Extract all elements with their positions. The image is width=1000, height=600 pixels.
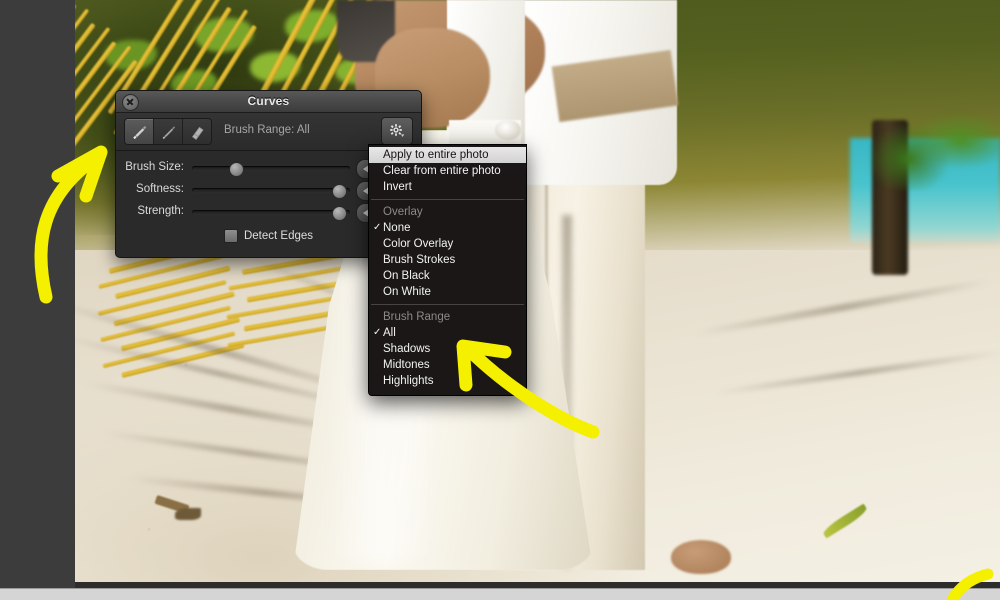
bare-foot bbox=[671, 540, 731, 574]
brush-size-label: Brush Size: bbox=[125, 161, 184, 173]
menu-item-apply-to-entire-photo[interactable]: Apply to entire photo bbox=[369, 147, 526, 163]
menu-item-label: Apply to entire photo bbox=[383, 149, 489, 161]
menu-item-label: Clear from entire photo bbox=[383, 165, 501, 177]
menu-item-midtones[interactable]: Midtones bbox=[369, 357, 526, 373]
menu-item-brush-strokes[interactable]: Brush Strokes bbox=[369, 252, 526, 268]
menu-item-label: On Black bbox=[383, 270, 430, 282]
menu-item-label: Invert bbox=[383, 181, 412, 193]
couple-subject bbox=[75, 0, 1000, 588]
softness-knob[interactable] bbox=[332, 184, 347, 199]
menu-item-highlights[interactable]: Highlights bbox=[369, 373, 526, 389]
menu-header-overlay: Overlay bbox=[383, 206, 423, 218]
fine-brush-icon bbox=[162, 125, 176, 139]
menu-item-label: On White bbox=[383, 286, 431, 298]
menu-item-on-black[interactable]: On Black bbox=[369, 268, 526, 284]
panel-titlebar[interactable]: Curves bbox=[116, 91, 421, 113]
softness-label: Softness: bbox=[136, 183, 184, 195]
detail-brush-tool[interactable] bbox=[154, 119, 183, 144]
left-gutter bbox=[0, 0, 75, 588]
strength-label: Strength: bbox=[137, 205, 184, 217]
strength-slider[interactable] bbox=[192, 206, 350, 221]
detect-edges-checkbox[interactable] bbox=[223, 229, 238, 243]
menu-separator bbox=[371, 199, 524, 200]
brush-size-knob[interactable] bbox=[229, 162, 244, 177]
menu-item-on-white[interactable]: On White bbox=[369, 284, 526, 300]
gear-dropdown-menu[interactable]: Apply to entire photo Clear from entire … bbox=[368, 144, 527, 396]
menu-separator bbox=[371, 304, 524, 305]
menu-item-invert[interactable]: Invert bbox=[369, 179, 526, 195]
app-window: Curves Brush Range: All Brush Size: Soft… bbox=[0, 0, 1000, 600]
menu-item-clear-from-entire-photo[interactable]: Clear from entire photo bbox=[369, 163, 526, 179]
detect-edges-label: Detect Edges bbox=[243, 230, 314, 242]
wedding-ring bbox=[495, 120, 521, 140]
check-icon: ✓ bbox=[373, 327, 382, 338]
eraser-icon bbox=[191, 126, 204, 140]
page-bottom-strip bbox=[0, 588, 1000, 600]
brush-tool-group bbox=[124, 118, 212, 145]
gear-menu-button[interactable] bbox=[381, 117, 413, 145]
photo-canvas[interactable] bbox=[75, 0, 1000, 588]
menu-item-color-overlay[interactable]: Color Overlay bbox=[369, 236, 526, 252]
gear-icon bbox=[390, 124, 405, 137]
menu-item-label: Midtones bbox=[383, 359, 430, 371]
brush-range-status: Brush Range: All bbox=[224, 124, 310, 136]
softness-slider[interactable] bbox=[192, 184, 350, 199]
eraser-tool[interactable] bbox=[183, 119, 211, 144]
strength-knob[interactable] bbox=[332, 206, 347, 221]
chevron-down-icon bbox=[401, 134, 405, 137]
menu-item-all[interactable]: ✓ All bbox=[369, 325, 526, 341]
menu-item-none[interactable]: ✓ None bbox=[369, 220, 526, 236]
check-icon: ✓ bbox=[373, 222, 382, 233]
brush-size-slider[interactable] bbox=[192, 162, 350, 177]
menu-item-label: Color Overlay bbox=[383, 238, 454, 250]
menu-item-label: All bbox=[383, 327, 396, 339]
sand-debris bbox=[175, 508, 201, 520]
menu-header-brush-range: Brush Range bbox=[383, 311, 451, 323]
paintbrush-icon bbox=[133, 125, 147, 139]
panel-title: Curves bbox=[247, 94, 290, 108]
menu-item-label: Shadows bbox=[383, 343, 431, 355]
menu-item-label: Brush Strokes bbox=[383, 254, 456, 266]
menu-item-shadows[interactable]: Shadows bbox=[369, 341, 526, 357]
menu-item-label: None bbox=[383, 222, 411, 234]
menu-item-label: Highlights bbox=[383, 375, 434, 387]
brush-tool[interactable] bbox=[125, 119, 154, 144]
